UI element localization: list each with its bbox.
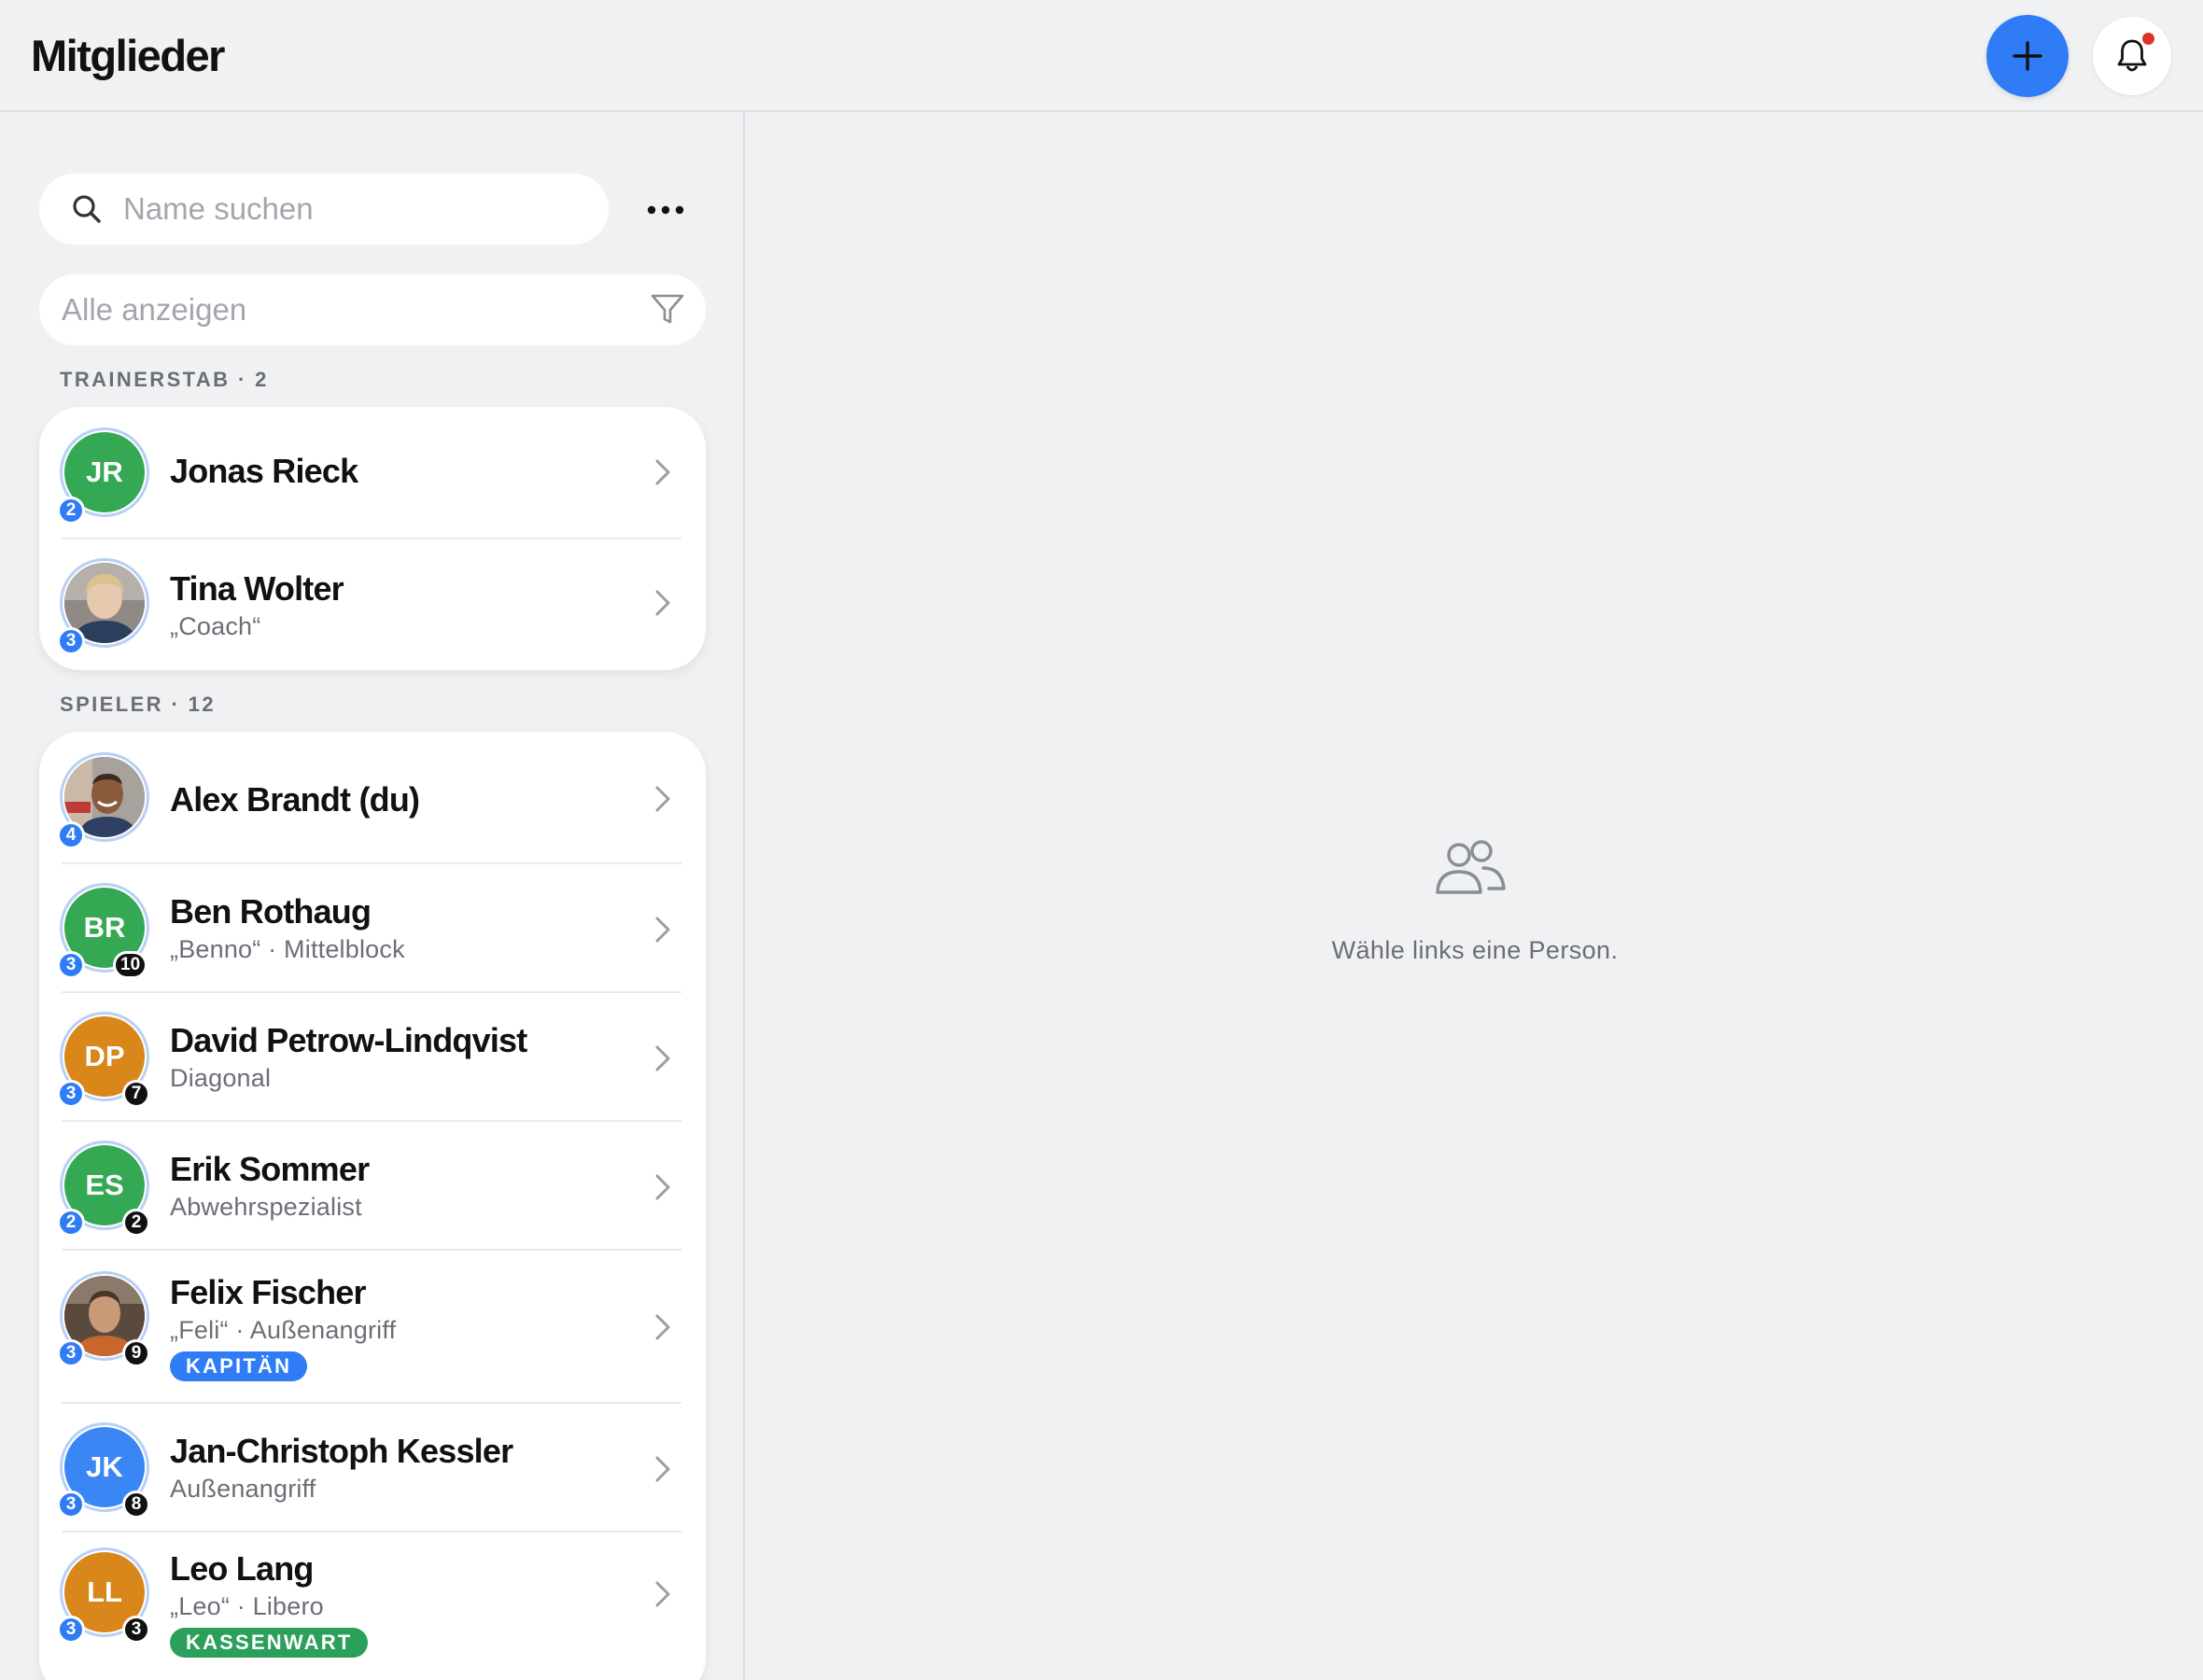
jersey-number-badge: 10 — [113, 951, 148, 979]
member-row[interactable]: ES 2 2 Erik Sommer Abwehrspezialist — [39, 1122, 706, 1251]
filter-value: Alle anzeigen — [62, 292, 247, 327]
plus-icon — [2013, 41, 2042, 71]
member-name: Jan-Christoph Kessler — [170, 1432, 513, 1470]
chevron-right-icon — [655, 786, 670, 812]
level-badge: 3 — [57, 1616, 85, 1644]
member-row[interactable]: 3 9 Felix Fischer „Feli“ · Außenangriff … — [39, 1251, 706, 1404]
more-options-button[interactable] — [638, 187, 694, 233]
chevron-right-icon — [655, 917, 670, 943]
member-row[interactable]: LL 3 3 Leo Lang „Leo“ · Libero KASSENWAR… — [39, 1533, 706, 1680]
level-badge: 3 — [57, 1339, 85, 1367]
filter-select[interactable]: Alle anzeigen — [39, 274, 706, 345]
member-list-panel: Alle anzeigen TRAINERSTAB · 2 JR 2 Jonas… — [0, 112, 745, 1680]
ellipsis-icon — [647, 205, 684, 215]
jersey-number-badge: 3 — [122, 1616, 150, 1644]
section-label-spieler: SPIELER · 12 — [60, 693, 216, 716]
member-row[interactable]: 4 Alex Brandt (du) — [39, 732, 706, 864]
member-subtitle: „Feli“ · Außenangriff — [170, 1316, 397, 1344]
role-tag: KAPITÄN — [170, 1351, 308, 1381]
member-name: Tina Wolter — [170, 569, 344, 608]
notifications-button[interactable] — [2093, 17, 2171, 95]
jersey-number-badge: 2 — [122, 1209, 150, 1237]
filter-icon — [651, 294, 684, 324]
level-badge: 3 — [57, 1491, 85, 1519]
member-subtitle: Außenangriff — [170, 1475, 316, 1503]
member-subtitle: „Coach“ — [170, 612, 261, 640]
chevron-right-icon — [655, 1314, 670, 1340]
chevron-right-icon — [655, 1581, 670, 1607]
unread-indicator — [2142, 33, 2154, 45]
member-row[interactable]: JK 3 8 Jan-Christoph Kessler Außenangrif… — [39, 1404, 706, 1533]
member-subtitle: Diagonal — [170, 1064, 272, 1092]
chevron-right-icon — [655, 590, 670, 616]
search-field[interactable] — [39, 174, 609, 245]
level-badge: 3 — [57, 951, 85, 979]
trainerstab-card: JR 2 Jonas Rieck 3 Tina Wolter „Coach“ — [39, 407, 706, 670]
member-row[interactable]: JR 2 Jonas Rieck — [39, 407, 706, 539]
level-badge: 2 — [57, 497, 85, 525]
member-name: Alex Brandt (du) — [170, 780, 420, 819]
jersey-number-badge: 9 — [122, 1339, 150, 1367]
member-subtitle: „Leo“ · Libero — [170, 1592, 324, 1620]
page-title: Mitglieder — [31, 31, 225, 80]
chevron-right-icon — [655, 1045, 670, 1071]
detail-panel: Wähle links eine Person. — [747, 112, 2203, 1680]
chevron-right-icon — [655, 459, 670, 485]
jersey-number-badge: 8 — [122, 1491, 150, 1519]
member-name: Erik Sommer — [170, 1150, 370, 1188]
level-badge: 3 — [57, 1080, 85, 1108]
chevron-right-icon — [655, 1456, 670, 1482]
chevron-right-icon — [655, 1174, 670, 1200]
empty-state-text: Wähle links eine Person. — [1331, 936, 1619, 964]
member-name: Felix Fischer — [170, 1273, 367, 1311]
search-icon — [73, 195, 101, 223]
member-name: David Petrow-Lindqvist — [170, 1021, 527, 1059]
add-member-button[interactable] — [1986, 15, 2069, 97]
top-bar: Mitglieder — [0, 0, 2203, 112]
section-label-trainerstab: TRAINERSTAB · 2 — [60, 368, 269, 391]
member-name: Leo Lang — [170, 1549, 314, 1588]
member-subtitle: „Benno“ · Mittelblock — [170, 935, 405, 963]
member-name: Jonas Rieck — [170, 452, 358, 490]
search-input[interactable] — [123, 191, 571, 227]
level-badge: 4 — [57, 821, 85, 849]
member-subtitle: Abwehrspezialist — [170, 1193, 362, 1221]
member-row[interactable]: DP 3 7 David Petrow-Lindqvist Diagonal — [39, 993, 706, 1122]
member-row[interactable]: BR 3 10 Ben Rothaug „Benno“ · Mittelbloc… — [39, 864, 706, 993]
role-tag: KASSENWART — [170, 1628, 369, 1658]
jersey-number-badge: 7 — [122, 1080, 150, 1108]
member-row[interactable]: 3 Tina Wolter „Coach“ — [39, 539, 706, 670]
spieler-card: 4 Alex Brandt (du) BR 3 10 Ben Rothaug „… — [39, 732, 706, 1680]
people-icon — [1436, 840, 1506, 894]
level-badge: 3 — [57, 627, 85, 655]
level-badge: 2 — [57, 1209, 85, 1237]
member-name: Ben Rothaug — [170, 892, 372, 931]
